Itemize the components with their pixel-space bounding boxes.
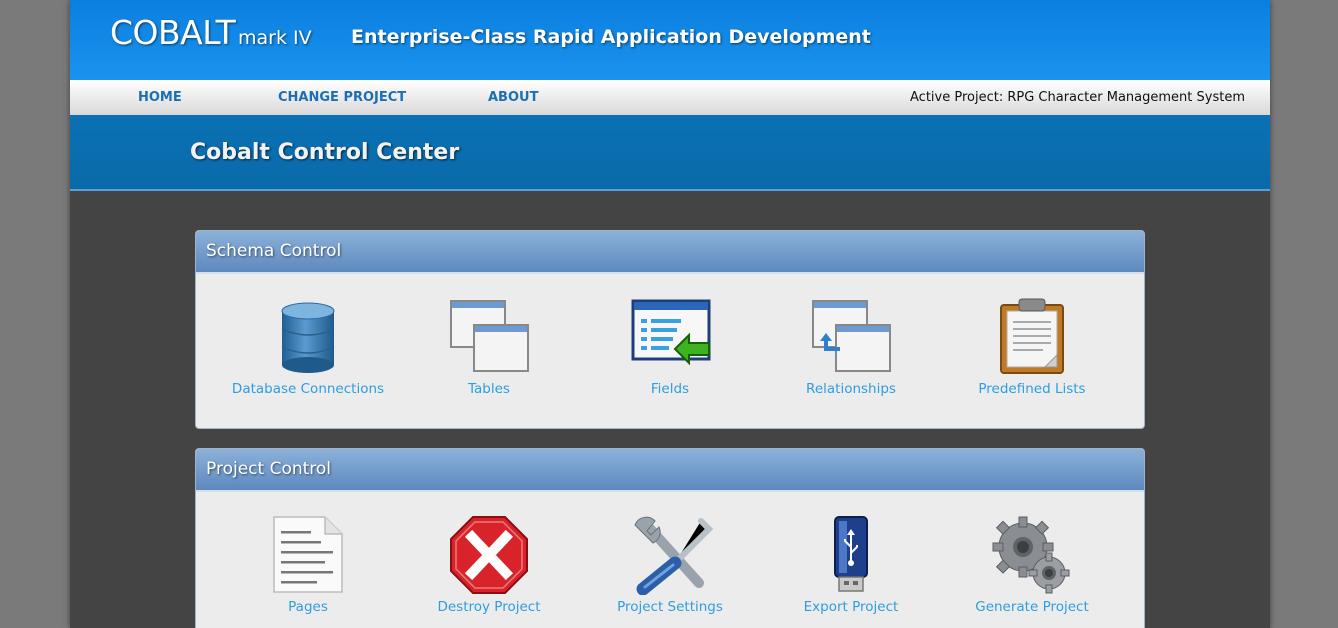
active-project-label: Active Project: RPG Character Management… — [910, 90, 1245, 105]
destroy-project-tile[interactable]: Destroy Project — [399, 515, 579, 616]
database-connections-tile[interactable]: Database Connections — [218, 297, 398, 398]
fields-icon — [625, 297, 715, 377]
tables-icon — [444, 297, 534, 377]
page-icon — [263, 515, 353, 595]
tables-link[interactable]: Tables — [399, 380, 579, 398]
app-header: COBALT mark IV Enterprise-Class Rapid Ap… — [70, 0, 1270, 80]
relationships-link[interactable]: Relationships — [761, 380, 941, 398]
nav-change-project-link[interactable]: CHANGE PROJECT — [278, 90, 406, 106]
predefined-lists-link[interactable]: Predefined Lists — [942, 380, 1122, 398]
stop-x-icon — [444, 515, 534, 595]
database-icon — [263, 297, 353, 377]
fields-link[interactable]: Fields — [580, 380, 760, 398]
logo-main: COBALT — [110, 13, 236, 52]
pages-link[interactable]: Pages — [218, 598, 398, 616]
tagline: Enterprise-Class Rapid Application Devel… — [351, 26, 871, 48]
panel-title: Project Control — [206, 459, 332, 479]
panel-title: Schema Control — [206, 241, 342, 261]
destroy-project-link[interactable]: Destroy Project — [399, 598, 579, 616]
database-connections-link[interactable]: Database Connections — [218, 380, 398, 398]
schema-control-panel: Schema Control Database Connections Tabl… — [195, 230, 1145, 429]
nav-about-link[interactable]: ABOUT — [488, 90, 538, 106]
project-settings-link[interactable]: Project Settings — [580, 598, 760, 616]
nav-bar: HOME CHANGE PROJECT ABOUT Active Project… — [70, 80, 1270, 115]
clipboard-icon — [987, 297, 1077, 377]
page-container: COBALT mark IV Enterprise-Class Rapid Ap… — [70, 0, 1270, 628]
predefined-lists-tile[interactable]: Predefined Lists — [942, 297, 1122, 398]
nav-home-link[interactable]: HOME — [138, 90, 182, 106]
schema-control-header: Schema Control — [196, 231, 1144, 274]
fields-tile[interactable]: Fields — [580, 297, 760, 398]
generate-project-link[interactable]: Generate Project — [942, 598, 1122, 616]
export-project-link[interactable]: Export Project — [761, 598, 941, 616]
generate-project-tile[interactable]: Generate Project — [942, 515, 1122, 616]
relationships-tile[interactable]: Relationships — [761, 297, 941, 398]
project-settings-tile[interactable]: Project Settings — [580, 515, 760, 616]
usb-drive-icon — [806, 515, 896, 595]
project-control-panel: Project Control Pages Destroy Project Pr… — [195, 448, 1145, 628]
page-title: Cobalt Control Center — [190, 140, 460, 165]
wrench-screwdriver-icon — [625, 515, 715, 595]
title-band: Cobalt Control Center — [70, 115, 1270, 191]
logo-sub: mark IV — [238, 27, 312, 49]
project-control-header: Project Control — [196, 449, 1144, 492]
pages-tile[interactable]: Pages — [218, 515, 398, 616]
tables-tile[interactable]: Tables — [399, 297, 579, 398]
gears-icon — [987, 515, 1077, 595]
relationships-icon — [806, 297, 896, 377]
export-project-tile[interactable]: Export Project — [761, 515, 941, 616]
